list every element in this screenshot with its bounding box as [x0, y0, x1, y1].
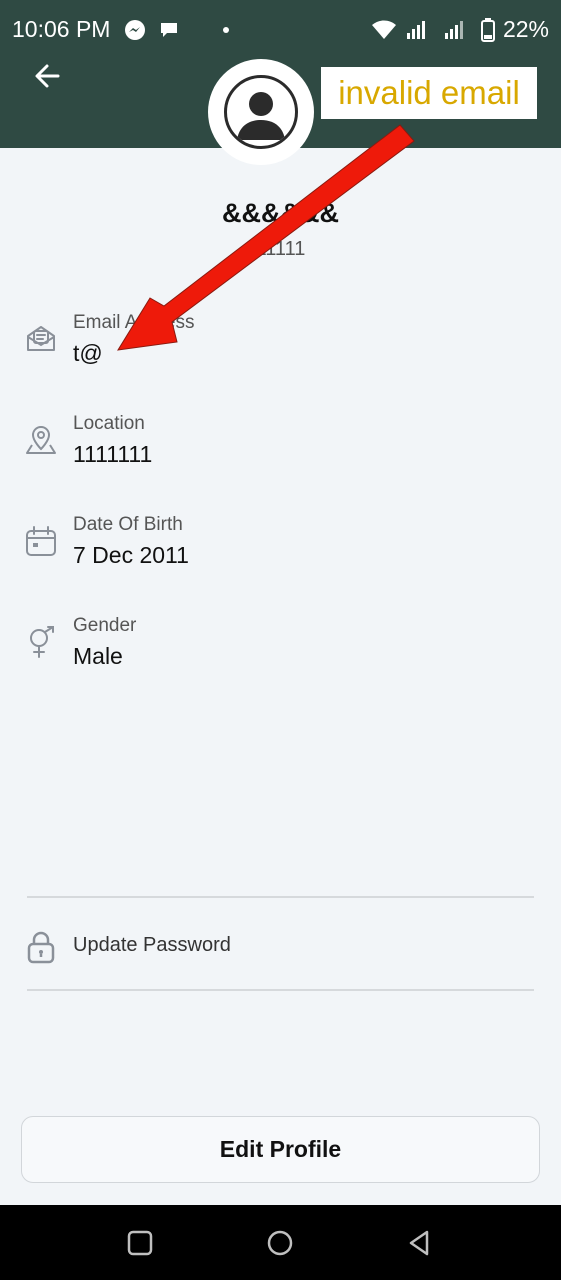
divider-bottom [27, 989, 534, 991]
dob-label: Date Of Birth [73, 514, 183, 535]
battery-percent: 22% [502, 16, 549, 42]
divider-top [27, 896, 534, 898]
notification-dot-icon [223, 27, 229, 33]
date-of-birth-field: Date Of Birth 7 Dec 2011 [24, 514, 524, 584]
gender-icon [30, 626, 54, 658]
recents-icon[interactable] [124, 1227, 156, 1259]
avatar[interactable] [208, 59, 314, 165]
status-time: 10:06 PM [12, 16, 111, 42]
lte-signal-icon [444, 20, 463, 39]
back-nav-icon[interactable] [404, 1227, 436, 1259]
avatar-frame [224, 75, 298, 149]
email-field: Email Address t@ [24, 312, 524, 382]
update-password-row[interactable]: Update Password [24, 920, 524, 976]
email-label: Email Address [73, 312, 195, 333]
mail-icon [27, 326, 55, 351]
lock-icon [27, 931, 55, 964]
annotation-label: invalid email [321, 67, 537, 119]
signal-icon [406, 20, 425, 39]
messenger-icon [125, 20, 145, 40]
location-icon [26, 425, 56, 454]
chat-icon [161, 23, 177, 37]
calendar-icon [26, 526, 56, 556]
gender-value: Male [73, 643, 123, 669]
status-indicators: 22% [371, 16, 549, 43]
battery-icon [480, 17, 495, 42]
gender-label: Gender [73, 615, 137, 636]
wifi-icon [371, 20, 396, 39]
profile-phone: 11111 [255, 238, 306, 260]
user-icon [237, 92, 285, 140]
email-value: t@ [73, 340, 103, 366]
system-nav-bar [0, 1205, 561, 1280]
edit-profile-button[interactable]: Edit Profile [21, 1116, 540, 1183]
home-icon[interactable] [264, 1227, 296, 1259]
profile-name: &&&&&& [222, 198, 339, 228]
location-value: 1111111 [73, 441, 153, 467]
update-password-label: Update Password [73, 934, 231, 956]
status-bar: 10:06 PM 22% [0, 0, 561, 60]
location-label: Location [73, 413, 145, 434]
arrow-left-icon[interactable] [32, 60, 64, 92]
annotation-text: invalid email [338, 74, 520, 111]
location-field: Location 1111111 [24, 413, 524, 483]
gender-field: Gender Male [24, 615, 524, 685]
dob-value: 7 Dec 2011 [73, 542, 189, 568]
